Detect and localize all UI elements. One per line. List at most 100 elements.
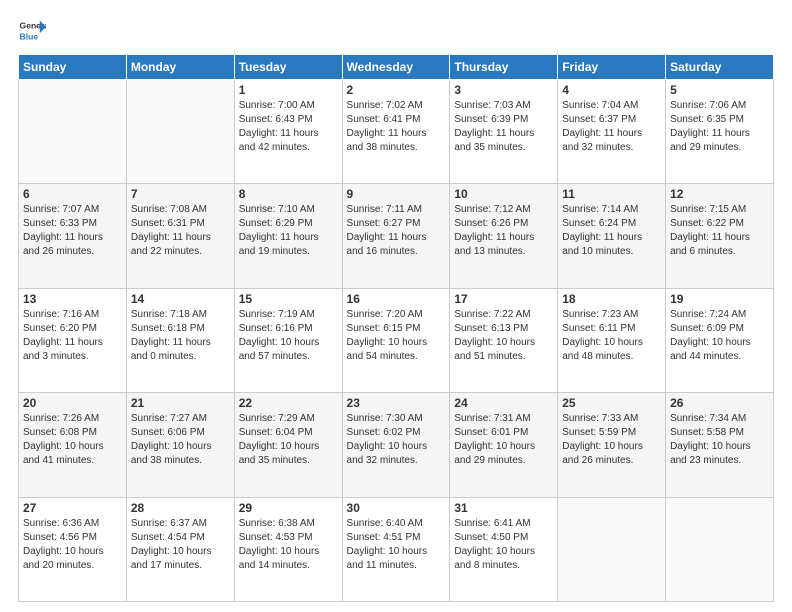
day-info: Sunrise: 7:08 AMSunset: 6:31 PMDaylight:… (131, 203, 230, 259)
day-number: 18 (562, 292, 661, 306)
day-info: Sunrise: 7:07 AMSunset: 6:33 PMDaylight:… (23, 203, 122, 259)
calendar-cell: 2 Sunrise: 7:02 AMSunset: 6:41 PMDaylight… (342, 80, 450, 184)
day-info: Sunrise: 7:04 AMSunset: 6:37 PMDaylight:… (562, 99, 661, 155)
day-number: 3 (454, 83, 553, 97)
day-info: Sunrise: 7:29 AMSunset: 6:04 PMDaylight:… (239, 412, 338, 468)
day-number: 14 (131, 292, 230, 306)
day-number: 20 (23, 396, 122, 410)
day-info: Sunrise: 7:15 AMSunset: 6:22 PMDaylight:… (670, 203, 769, 259)
day-info: Sunrise: 7:00 AMSunset: 6:43 PMDaylight:… (239, 99, 338, 155)
calendar-cell: 5 Sunrise: 7:06 AMSunset: 6:35 PMDaylight… (666, 80, 774, 184)
calendar-cell: 12 Sunrise: 7:15 AMSunset: 6:22 PMDayligh… (666, 184, 774, 288)
calendar-cell: 20 Sunrise: 7:26 AMSunset: 6:08 PMDayligh… (19, 393, 127, 497)
day-number: 30 (347, 501, 446, 515)
day-number: 21 (131, 396, 230, 410)
calendar-body: 1 Sunrise: 7:00 AMSunset: 6:43 PMDaylight… (19, 80, 774, 602)
day-info: Sunrise: 6:38 AMSunset: 4:53 PMDaylight:… (239, 517, 338, 573)
day-info: Sunrise: 7:03 AMSunset: 6:39 PMDaylight:… (454, 99, 553, 155)
day-info: Sunrise: 7:12 AMSunset: 6:26 PMDaylight:… (454, 203, 553, 259)
calendar-cell: 21 Sunrise: 7:27 AMSunset: 6:06 PMDayligh… (126, 393, 234, 497)
calendar-cell (558, 497, 666, 601)
day-info: Sunrise: 7:16 AMSunset: 6:20 PMDaylight:… (23, 308, 122, 364)
day-number: 1 (239, 83, 338, 97)
day-number: 4 (562, 83, 661, 97)
calendar-cell: 13Sunrise: 7:16 AMSunset: 6:20 PMDayligh… (19, 288, 127, 392)
day-number: 27 (23, 501, 122, 515)
calendar-cell: 17 Sunrise: 7:22 AMSunset: 6:13 PMDayligh… (450, 288, 558, 392)
calendar-cell (126, 80, 234, 184)
week-row-2: 6 Sunrise: 7:07 AMSunset: 6:33 PMDaylight… (19, 184, 774, 288)
day-number: 7 (131, 187, 230, 201)
day-number: 6 (23, 187, 122, 201)
day-number: 8 (239, 187, 338, 201)
calendar-cell: 26 Sunrise: 7:34 AMSunset: 5:58 PMDayligh… (666, 393, 774, 497)
calendar-cell: 29 Sunrise: 6:38 AMSunset: 4:53 PMDayligh… (234, 497, 342, 601)
page: General Blue SundayMondayTuesdayWednesda… (0, 0, 792, 612)
day-info: Sunrise: 7:20 AMSunset: 6:15 PMDaylight:… (347, 308, 446, 364)
day-info: Sunrise: 7:11 AMSunset: 6:27 PMDaylight:… (347, 203, 446, 259)
calendar-cell: 11Sunrise: 7:14 AMSunset: 6:24 PMDayligh… (558, 184, 666, 288)
day-number: 24 (454, 396, 553, 410)
calendar-cell: 1 Sunrise: 7:00 AMSunset: 6:43 PMDaylight… (234, 80, 342, 184)
day-number: 15 (239, 292, 338, 306)
calendar-cell: 27 Sunrise: 6:36 AMSunset: 4:56 PMDayligh… (19, 497, 127, 601)
day-info: Sunrise: 7:31 AMSunset: 6:01 PMDaylight:… (454, 412, 553, 468)
day-number: 25 (562, 396, 661, 410)
day-info: Sunrise: 7:18 AMSunset: 6:18 PMDaylight:… (131, 308, 230, 364)
day-info: Sunrise: 6:36 AMSunset: 4:56 PMDaylight:… (23, 517, 122, 573)
day-info: Sunrise: 7:26 AMSunset: 6:08 PMDaylight:… (23, 412, 122, 468)
day-info: Sunrise: 7:10 AMSunset: 6:29 PMDaylight:… (239, 203, 338, 259)
header-cell-sunday: Sunday (19, 55, 127, 80)
day-number: 28 (131, 501, 230, 515)
day-number: 17 (454, 292, 553, 306)
calendar-cell: 8 Sunrise: 7:10 AMSunset: 6:29 PMDaylight… (234, 184, 342, 288)
calendar-cell: 24 Sunrise: 7:31 AMSunset: 6:01 PMDayligh… (450, 393, 558, 497)
day-info: Sunrise: 7:34 AMSunset: 5:58 PMDaylight:… (670, 412, 769, 468)
week-row-3: 13Sunrise: 7:16 AMSunset: 6:20 PMDayligh… (19, 288, 774, 392)
header: General Blue (18, 16, 774, 44)
day-info: Sunrise: 7:30 AMSunset: 6:02 PMDaylight:… (347, 412, 446, 468)
calendar-cell: 6 Sunrise: 7:07 AMSunset: 6:33 PMDaylight… (19, 184, 127, 288)
calendar-cell: 18 Sunrise: 7:23 AMSunset: 6:11 PMDayligh… (558, 288, 666, 392)
day-number: 29 (239, 501, 338, 515)
calendar-cell: 31Sunrise: 6:41 AMSunset: 4:50 PMDayligh… (450, 497, 558, 601)
day-info: Sunrise: 6:37 AMSunset: 4:54 PMDaylight:… (131, 517, 230, 573)
logo: General Blue (18, 16, 46, 44)
logo-icon: General Blue (18, 16, 46, 44)
calendar-cell: 3 Sunrise: 7:03 AMSunset: 6:39 PMDaylight… (450, 80, 558, 184)
day-number: 19 (670, 292, 769, 306)
calendar-cell: 22Sunrise: 7:29 AMSunset: 6:04 PMDayligh… (234, 393, 342, 497)
day-info: Sunrise: 7:14 AMSunset: 6:24 PMDaylight:… (562, 203, 661, 259)
day-number: 26 (670, 396, 769, 410)
week-row-5: 27 Sunrise: 6:36 AMSunset: 4:56 PMDayligh… (19, 497, 774, 601)
header-cell-tuesday: Tuesday (234, 55, 342, 80)
calendar-cell: 15 Sunrise: 7:19 AMSunset: 6:16 PMDayligh… (234, 288, 342, 392)
header-cell-thursday: Thursday (450, 55, 558, 80)
day-number: 16 (347, 292, 446, 306)
week-row-1: 1 Sunrise: 7:00 AMSunset: 6:43 PMDaylight… (19, 80, 774, 184)
calendar-table: SundayMondayTuesdayWednesdayThursdayFrid… (18, 54, 774, 602)
svg-text:Blue: Blue (20, 31, 39, 41)
header-cell-monday: Monday (126, 55, 234, 80)
day-info: Sunrise: 7:23 AMSunset: 6:11 PMDaylight:… (562, 308, 661, 364)
header-cell-wednesday: Wednesday (342, 55, 450, 80)
day-number: 5 (670, 83, 769, 97)
day-info: Sunrise: 7:27 AMSunset: 6:06 PMDaylight:… (131, 412, 230, 468)
calendar-cell: 14 Sunrise: 7:18 AMSunset: 6:18 PMDayligh… (126, 288, 234, 392)
calendar-header: SundayMondayTuesdayWednesdayThursdayFrid… (19, 55, 774, 80)
calendar-cell: 16 Sunrise: 7:20 AMSunset: 6:15 PMDayligh… (342, 288, 450, 392)
calendar-cell: 25 Sunrise: 7:33 AMSunset: 5:59 PMDayligh… (558, 393, 666, 497)
day-info: Sunrise: 7:02 AMSunset: 6:41 PMDaylight:… (347, 99, 446, 155)
day-number: 2 (347, 83, 446, 97)
day-info: Sunrise: 7:22 AMSunset: 6:13 PMDaylight:… (454, 308, 553, 364)
day-info: Sunrise: 7:19 AMSunset: 6:16 PMDaylight:… (239, 308, 338, 364)
calendar-cell: 10Sunrise: 7:12 AMSunset: 6:26 PMDayligh… (450, 184, 558, 288)
day-number: 31 (454, 501, 553, 515)
calendar-cell (19, 80, 127, 184)
calendar-cell: 4 Sunrise: 7:04 AMSunset: 6:37 PMDaylight… (558, 80, 666, 184)
day-info: Sunrise: 7:06 AMSunset: 6:35 PMDaylight:… (670, 99, 769, 155)
day-number: 12 (670, 187, 769, 201)
day-info: Sunrise: 7:33 AMSunset: 5:59 PMDaylight:… (562, 412, 661, 468)
calendar-cell: 28 Sunrise: 6:37 AMSunset: 4:54 PMDayligh… (126, 497, 234, 601)
calendar-cell: 30Sunrise: 6:40 AMSunset: 4:51 PMDayligh… (342, 497, 450, 601)
